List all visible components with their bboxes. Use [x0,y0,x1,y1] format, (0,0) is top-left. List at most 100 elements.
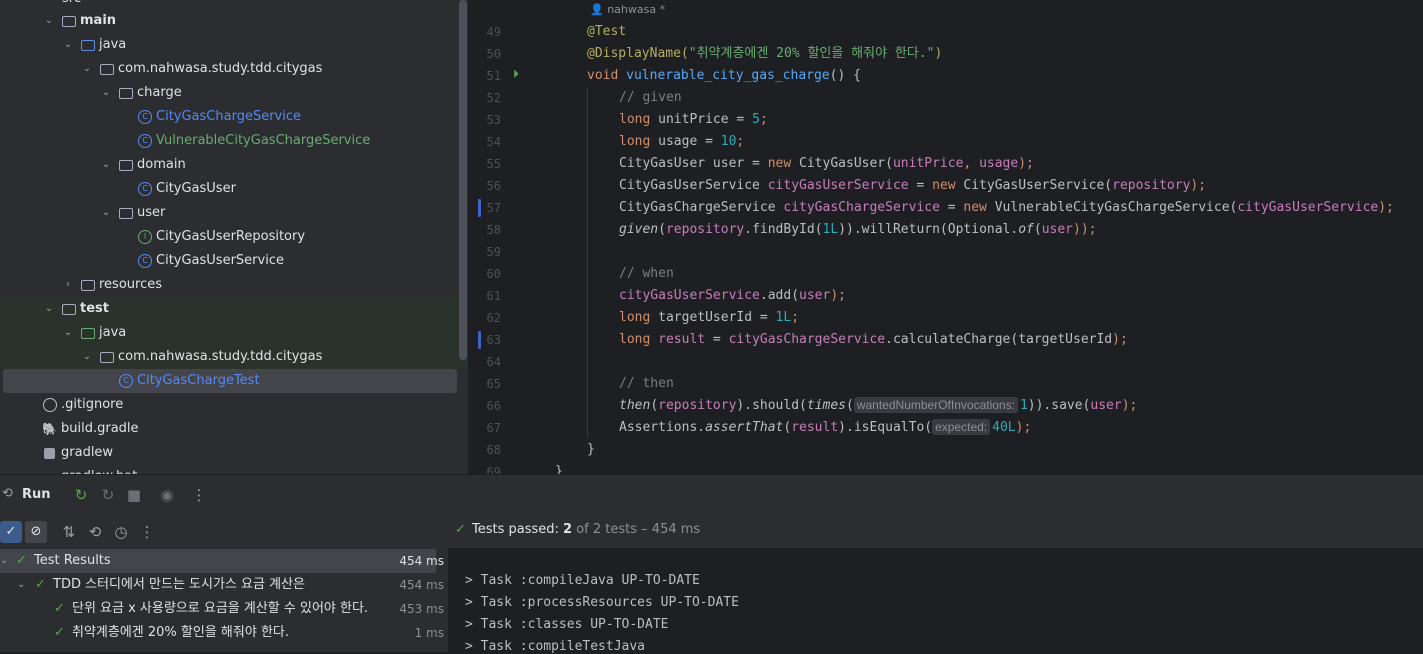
console-line: > Task :classes UP-TO-DATE [465,617,669,632]
tree-row-user[interactable]: ⌄ user [0,201,468,225]
tree-row-test[interactable]: ⌄ test [0,297,468,321]
package-icon [100,352,114,363]
tree-label: CityGasUserRepository [156,229,306,244]
class-icon: C [119,374,133,388]
project-tree: src ⌄ main ⌄ java ⌄ com.nahwasa.study.td… [0,0,468,474]
chevron-down-icon[interactable]: ⌄ [80,57,94,81]
pass-check-icon: ✓ [54,601,65,616]
pass-check-icon: ✓ [16,553,27,568]
package-icon [119,88,133,99]
class-icon: C [138,254,152,268]
test-duration: 454 ms [399,578,444,592]
sort-icon[interactable]: ⇅ [58,522,80,542]
rerun-icon[interactable]: ↻ [70,485,92,505]
test-result-root[interactable]: ⌄ ✓ Test Results 454 ms [0,549,444,573]
tree-row-test-class-selected[interactable]: C CityGasChargeTest [3,369,457,393]
tree-row-gradlew-bat[interactable]: gradlew.bat [0,465,468,474]
line-number: 63 [486,333,501,347]
chevron-down-icon[interactable]: ⌄ [61,33,75,57]
code-line-57: CityGasChargeService cityGasChargeServic… [619,200,1394,215]
tree-row-gradlew[interactable]: gradlew [0,441,468,465]
test-result-case[interactable]: ✓ 취약계층에겐 20% 할인을 해줘야 한다. 1 ms [0,621,448,645]
line-number: 66 [486,399,501,413]
chevron-down-icon[interactable]: ⌄ [80,345,94,369]
more-options-icon[interactable]: ⋮ [136,522,158,542]
tree-label: com.nahwasa.study.tdd.citygas [118,349,323,364]
code-line-65: // then [619,376,674,391]
tree-row-vulnerable[interactable]: C VulnerableCityGasChargeService [0,129,468,153]
tree-row-build-gradle[interactable]: 🐘 build.gradle [0,417,468,441]
author-name: nahwasa * [607,3,666,16]
more-options-icon[interactable]: ⋮ [188,485,210,505]
test-folder-icon [62,304,76,315]
line-number: 68 [486,443,501,457]
class-icon: C [138,134,152,148]
rerun-failed-icon[interactable]: ↻ [97,485,119,505]
tree-row-package[interactable]: ⌄ com.nahwasa.study.tdd.citygas [0,57,468,81]
test-result-suite[interactable]: ⌄ ✓ TDD 스터디에서 만드는 도시가스 요금 계산은 454 ms [0,573,448,597]
tree-label: charge [137,85,182,100]
test-result-label: 취약계층에겐 20% 할인을 해줘야 한다. [72,625,289,640]
code-line-60: // when [619,266,674,281]
pass-check-icon: ✓ [54,625,65,640]
eye-icon[interactable]: ◉ [156,485,178,505]
code-line-53: long unitPrice = 5; [619,112,768,127]
run-test-gutter-icon[interactable]: ⏵ [513,67,519,82]
chevron-right-icon[interactable]: › [61,273,75,297]
package-icon [100,64,114,75]
code-line-52: // given [619,90,682,105]
tree-row-test-package[interactable]: ⌄ com.nahwasa.study.tdd.citygas [0,345,468,369]
tree-row-repository[interactable]: I CityGasUserRepository [0,225,468,249]
tree-row-test-java[interactable]: ⌄ java [0,321,468,345]
package-icon [119,208,133,219]
code-line-56: CityGasUserService cityGasUserService = … [619,178,1207,193]
console-line: > Task :compileJava UP-TO-DATE [465,573,700,588]
stop-icon[interactable]: ■ [123,485,145,505]
line-number: 54 [486,135,501,149]
show-ignored-icon[interactable]: ⊘ [25,521,47,543]
gradle-icon: 🐘 [42,422,57,436]
tree-row-charge[interactable]: ⌄ charge [0,81,468,105]
chevron-down-icon[interactable]: ⌄ [61,321,75,345]
tree-row-userservice[interactable]: C CityGasUserService [0,249,468,273]
class-icon: C [138,182,152,196]
tree-label: domain [137,157,186,172]
tree-label: gradlew.bat [61,465,137,474]
chevron-down-icon[interactable]: ⌄ [42,297,56,321]
script-icon [44,448,55,459]
line-number: 53 [486,113,501,127]
chevron-down-icon[interactable]: ⌄ [42,9,56,33]
tree-row-domain[interactable]: ⌄ domain [0,153,468,177]
show-passed-icon[interactable]: ✓ [0,521,22,543]
line-number: 56 [486,179,501,193]
tree-row-java[interactable]: ⌄ java [0,33,468,57]
tree-row-citygaschargeservice[interactable]: C CityGasChargeService [0,105,468,129]
change-marker [478,199,481,217]
line-number: 49 [486,25,501,39]
tree-label: test [80,301,109,316]
run-tab-title[interactable]: Run [22,487,51,502]
code-line-67: Assertions.assertThat(result).isEqualTo(… [619,419,1032,435]
resources-folder-icon [81,280,95,291]
code-line-63: long result = cityGasChargeService.calcu… [619,332,1128,347]
chevron-down-icon[interactable]: ⌄ [99,81,113,105]
folder-icon [81,40,95,51]
tree-scrollbar[interactable] [459,0,467,360]
test-result-case[interactable]: ✓ 단위 요금 x 사용량으로 요금을 계산할 수 있어야 한다. 453 ms [0,597,448,621]
chevron-down-icon[interactable]: ⌄ [99,153,113,177]
history-icon[interactable]: ◷ [110,522,132,542]
tree-row-gitignore[interactable]: .gitignore [0,393,468,417]
run-config-icon: ⟲ [2,486,13,501]
chevron-down-icon[interactable]: ⌄ [17,573,25,597]
chevron-down-icon[interactable]: ⌄ [0,549,8,573]
tree-label: VulnerableCityGasChargeService [156,133,371,148]
class-icon: C [138,110,152,124]
chevron-down-icon[interactable]: ⌄ [99,201,113,225]
import-tests-icon[interactable]: ⟲ [84,522,106,542]
tree-row-citygasuser[interactable]: C CityGasUser [0,177,468,201]
tree-row-resources[interactable]: › resources [0,273,468,297]
line-number: 61 [486,289,501,303]
indent-guide [587,88,588,438]
line-number: 51 [486,69,501,83]
tree-row-main[interactable]: ⌄ main [0,9,468,33]
